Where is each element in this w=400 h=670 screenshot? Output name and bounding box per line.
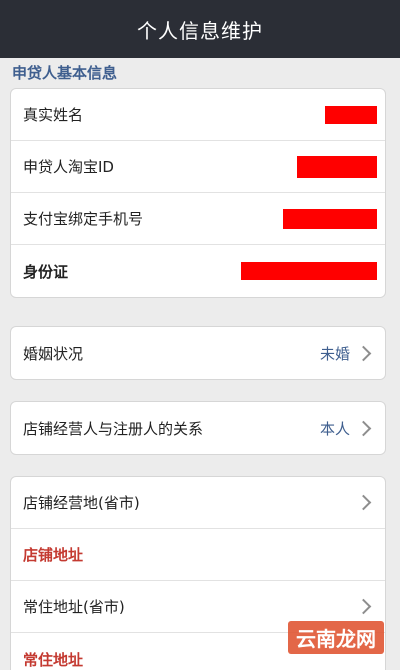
row-marital-status[interactable]: 婚姻状况 未婚 <box>11 327 385 379</box>
alipay-phone-label: 支付宝绑定手机号 <box>23 210 144 228</box>
basic-info-card: 真实姓名 申贷人淘宝ID 支付宝绑定手机号 身份证 <box>10 88 386 298</box>
page: 个人信息维护 申贷人基本信息 真实姓名 申贷人淘宝ID 支付宝绑定手机号 身份证… <box>0 0 400 670</box>
row-alipay-phone[interactable]: 支付宝绑定手机号 <box>11 193 385 245</box>
row-real-name[interactable]: 真实姓名 <box>11 89 385 141</box>
taobao-id-label: 申贷人淘宝ID <box>23 158 114 176</box>
watermark-logo: 云南龙网 <box>288 621 384 654</box>
id-card-label: 身份证 <box>23 262 69 281</box>
chevron-right-icon <box>355 494 372 511</box>
residence-address-label: 常住地址 <box>23 650 84 669</box>
relation-value: 本人 <box>319 419 350 438</box>
redacted-real-name <box>325 105 377 124</box>
row-shop-address[interactable]: 店铺地址 <box>11 529 385 581</box>
residence-province-label: 常住地址(省市) <box>23 598 125 616</box>
relation-card: 店铺经营人与注册人的关系 本人 <box>10 401 386 455</box>
row-relation[interactable]: 店铺经营人与注册人的关系 本人 <box>11 402 385 454</box>
relation-label: 店铺经营人与注册人的关系 <box>23 419 204 438</box>
redacted-id-card <box>241 262 377 280</box>
title-bar: 个人信息维护 <box>0 0 400 58</box>
chevron-right-icon <box>355 598 372 615</box>
redacted-taobao-id <box>297 155 377 178</box>
shop-address-label: 店铺地址 <box>23 546 84 564</box>
marital-status-value: 未婚 <box>319 344 350 363</box>
row-shop-province[interactable]: 店铺经营地(省市) <box>11 477 385 529</box>
shop-province-label: 店铺经营地(省市) <box>23 494 140 512</box>
chevron-right-icon <box>355 420 372 436</box>
row-taobao-id[interactable]: 申贷人淘宝ID <box>11 141 385 193</box>
redacted-alipay-phone <box>283 208 377 229</box>
real-name-label: 真实姓名 <box>23 106 84 124</box>
page-title: 个人信息维护 <box>137 18 263 43</box>
row-id-card[interactable]: 身份证 <box>11 245 385 297</box>
section-label-basic-info: 申贷人基本信息 <box>12 64 118 82</box>
marital-status-card: 婚姻状况 未婚 <box>10 326 386 380</box>
chevron-right-icon <box>355 345 372 361</box>
marital-status-label: 婚姻状况 <box>23 344 84 363</box>
